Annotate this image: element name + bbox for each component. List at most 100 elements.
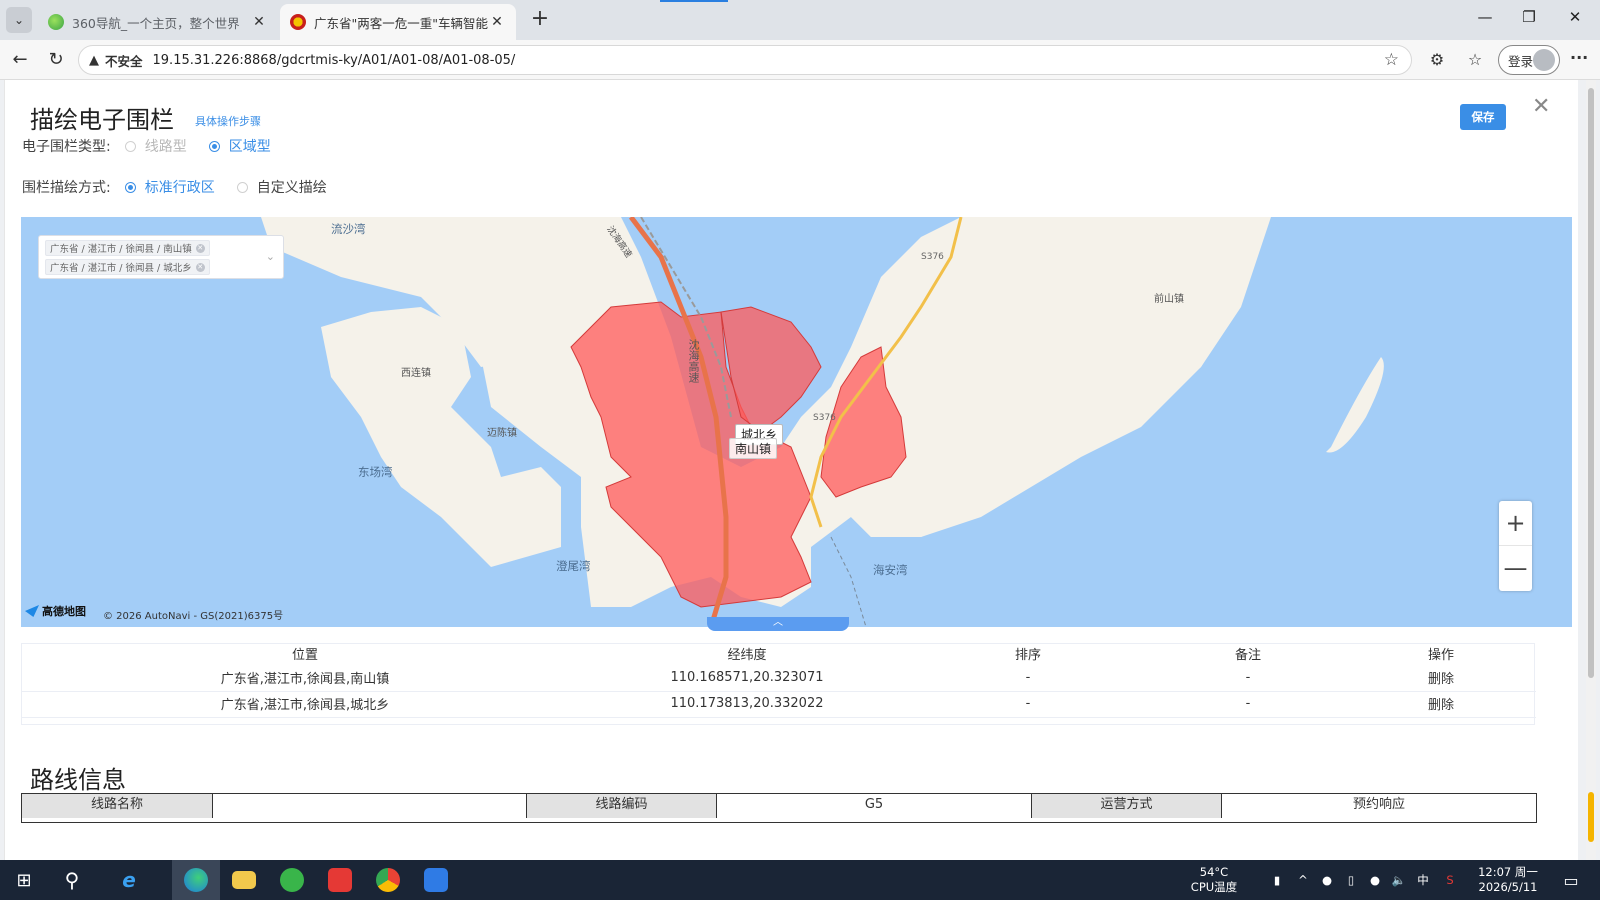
collapse-map-button[interactable]: ︿ bbox=[707, 617, 849, 631]
remove-chip-icon[interactable]: ✕ bbox=[195, 243, 205, 253]
clock-widget[interactable]: 12:07 周一 2026/5/11 bbox=[1466, 860, 1550, 900]
zoom-in-button[interactable]: + bbox=[1499, 501, 1532, 546]
page-scrollbar[interactable] bbox=[1586, 80, 1596, 860]
360-tray-icon[interactable]: ● bbox=[1318, 860, 1336, 900]
save-button[interactable]: 保存 bbox=[1460, 104, 1506, 130]
table-header-row: 位置 经纬度 排序 备注 操作 bbox=[22, 644, 1536, 668]
taskbar-ie[interactable]: e bbox=[100, 860, 158, 900]
place-label: 海安湾 bbox=[873, 563, 908, 577]
tab-title: 360导航_一个主页，整个世界 bbox=[72, 15, 240, 31]
table-row: 广东省,湛江市,徐闻县,城北乡 110.173813,20.332022 - -… bbox=[22, 694, 1536, 718]
scrollbar-thumb[interactable] bbox=[1588, 88, 1594, 678]
volume-icon[interactable]: 🔈 bbox=[1390, 860, 1408, 900]
taskbar-edge[interactable] bbox=[172, 860, 220, 900]
login-button[interactable]: 登录 bbox=[1498, 45, 1560, 75]
column-header: 位置 bbox=[291, 648, 318, 663]
windows-logo-icon: ⊞ bbox=[16, 869, 32, 891]
column-header: 操作 bbox=[1427, 648, 1454, 663]
tab-accent-line bbox=[660, 0, 728, 2]
app-grid-icon bbox=[424, 868, 448, 892]
more-menu-icon[interactable]: ··· bbox=[1570, 48, 1588, 67]
favorites-icon[interactable]: ☆ bbox=[1462, 48, 1488, 72]
region-chip-label: 广东省 / 湛江市 / 徐闻县 / 城北乡 bbox=[50, 263, 192, 274]
radio-label: 区域型 bbox=[228, 139, 271, 155]
radio-area-type[interactable]: 区域型 bbox=[208, 136, 271, 156]
column-header: 经纬度 bbox=[727, 648, 767, 663]
sogou-icon[interactable]: S bbox=[1440, 860, 1460, 900]
taskbar-app[interactable] bbox=[412, 860, 460, 900]
cpu-temp-value: 54°C bbox=[1199, 865, 1229, 879]
map-view[interactable]: 广东省 / 湛江市 / 徐闻县 / 南山镇 ✕ 广东省 / 湛江市 / 徐闻县 … bbox=[21, 217, 1572, 627]
scrollbar-accent bbox=[1588, 792, 1594, 842]
radio-label: 标准行政区 bbox=[144, 180, 215, 196]
route-code-label: 线路编码 bbox=[527, 794, 717, 818]
column-header: 排序 bbox=[1014, 648, 1041, 663]
tab-close-icon[interactable]: ✕ bbox=[250, 14, 268, 30]
amap-logo-icon bbox=[25, 605, 39, 617]
place-label: 东场湾 bbox=[358, 465, 393, 479]
browser-tab-360[interactable]: 360导航_一个主页，整个世界 ✕ bbox=[38, 4, 278, 40]
browser-address-bar: ← ↻ ▲ 不安全 19.15.31.226:8868/gdcrtmis-ky/… bbox=[0, 40, 1600, 80]
window-close-button[interactable]: ✕ bbox=[1560, 8, 1590, 32]
region-chip-label: 广东省 / 湛江市 / 徐闻县 / 南山镇 bbox=[50, 244, 192, 255]
notification-icon[interactable]: ▭ bbox=[1556, 860, 1586, 900]
taskbar-360[interactable] bbox=[268, 860, 316, 900]
windows-taskbar: ⊞ ⚲ e 54°C CPU温度 ▮ ^ ● ▯ ● 🔈 中 S 12:07 周… bbox=[0, 860, 1600, 900]
place-label: 流沙湾 bbox=[331, 222, 366, 236]
location-cell: 广东省,湛江市,徐闻县,城北乡 bbox=[220, 698, 390, 713]
extensions-icon[interactable]: ⚙ bbox=[1424, 48, 1450, 72]
browser-tab-bar: ⌄ 360导航_一个主页，整个世界 ✕ 广东省"两客一危一重"车辆智能监管 ✕ … bbox=[0, 0, 1600, 40]
url-field[interactable]: ▲ 不安全 19.15.31.226:8868/gdcrtmis-ky/A01/… bbox=[78, 45, 1412, 75]
minimize-button[interactable]: — bbox=[1470, 8, 1500, 32]
island bbox=[1326, 357, 1384, 453]
360-favicon-icon bbox=[48, 14, 64, 30]
cpu-temp-widget[interactable]: 54°C CPU温度 bbox=[1186, 860, 1242, 900]
ferry-route bbox=[830, 536, 867, 627]
restore-button[interactable]: ❐ bbox=[1514, 8, 1544, 32]
new-tab-button[interactable]: + bbox=[528, 8, 552, 32]
security-tray-icon[interactable]: ● bbox=[1366, 860, 1384, 900]
radio-standard-district[interactable]: 标准行政区 bbox=[124, 177, 215, 197]
dialog-close-icon[interactable]: ✕ bbox=[1532, 94, 1550, 119]
region-select[interactable]: 广东省 / 湛江市 / 徐闻县 / 南山镇 ✕ 广东省 / 湛江市 / 徐闻县 … bbox=[38, 235, 284, 279]
security-label: 不安全 bbox=[105, 53, 143, 69]
fence-dialog: 描绘电子围栏 具体操作步骤 保存 ✕ 电子围栏类型: 线路型 区域型 围栏描绘方… bbox=[4, 80, 1578, 860]
delete-button[interactable]: 删除 bbox=[1346, 668, 1536, 692]
tab-close-icon[interactable]: ✕ bbox=[488, 14, 506, 30]
map-copyright: © 2026 AutoNavi - GS(2021)6375号 bbox=[103, 611, 284, 622]
ie-icon: e bbox=[122, 868, 136, 892]
search-button[interactable]: ⚲ bbox=[48, 860, 96, 900]
coords-cell: 110.173813,20.332022 bbox=[670, 696, 824, 711]
place-label: 澄尾湾 bbox=[556, 559, 591, 573]
back-arrow-icon[interactable]: ← bbox=[6, 48, 34, 72]
location-cell: 广东省,湛江市,徐闻县,南山镇 bbox=[220, 672, 390, 687]
taskbar-wps[interactable] bbox=[316, 860, 364, 900]
radio-custom-draw[interactable]: 自定义描绘 bbox=[236, 177, 327, 197]
favorite-star-icon[interactable]: ☆ bbox=[1384, 50, 1399, 70]
folder-icon bbox=[232, 871, 256, 889]
clock-time: 12:07 周一 bbox=[1478, 865, 1538, 879]
draw-mode-row: 围栏描绘方式: 标准行政区 自定义描绘 bbox=[22, 177, 349, 197]
cpu-temp-label: CPU温度 bbox=[1190, 880, 1238, 894]
remove-chip-icon[interactable]: ✕ bbox=[195, 262, 205, 272]
avatar-icon bbox=[1533, 49, 1555, 71]
usb-icon[interactable]: ▯ bbox=[1342, 860, 1360, 900]
taskbar-chrome[interactable] bbox=[364, 860, 412, 900]
browser-tab-gdcrtmis[interactable]: 广东省"两客一危一重"车辆智能监管 ✕ bbox=[280, 4, 516, 40]
zoom-out-button[interactable]: — bbox=[1499, 546, 1532, 591]
tab-list-button[interactable]: ⌄ bbox=[6, 7, 32, 33]
place-label: 迈陈镇 bbox=[487, 428, 517, 439]
start-button[interactable]: ⊞ bbox=[0, 860, 48, 900]
chevron-up-icon[interactable]: ^ bbox=[1294, 860, 1312, 900]
region-label-nanshan: 南山镇 bbox=[729, 438, 778, 459]
delete-button[interactable]: 删除 bbox=[1346, 694, 1536, 718]
ime-indicator[interactable]: 中 bbox=[1414, 860, 1432, 900]
radio-line-type[interactable]: 线路型 bbox=[124, 136, 187, 156]
battery-icon[interactable]: ▮ bbox=[1268, 860, 1286, 900]
login-label: 登录 bbox=[1508, 53, 1534, 69]
column-header: 备注 bbox=[1234, 648, 1261, 663]
taskbar-explorer[interactable] bbox=[220, 860, 268, 900]
reload-icon[interactable]: ↻ bbox=[42, 48, 70, 72]
search-icon: ⚲ bbox=[64, 868, 80, 892]
steps-link[interactable]: 具体操作步骤 bbox=[195, 113, 261, 129]
